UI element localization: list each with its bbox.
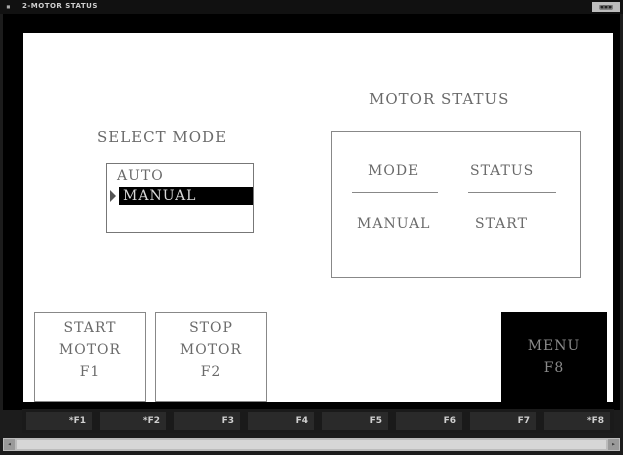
function-key-f3[interactable]: F3 <box>174 412 240 430</box>
header-underline <box>352 192 438 193</box>
button-key: F2 <box>200 364 222 380</box>
button-label: MENU <box>527 338 581 354</box>
menu-button[interactable]: MENU F8 <box>501 312 607 402</box>
status-value-status: START <box>475 216 528 232</box>
window-title: 2-MOTOR STATUS <box>22 2 98 10</box>
start-motor-button[interactable]: START MOTOR F1 <box>34 312 146 402</box>
function-key-f8[interactable]: *F8 <box>544 412 610 430</box>
header-underline <box>468 192 556 193</box>
button-label: MOTOR <box>179 342 243 358</box>
motor-status-panel <box>331 131 581 278</box>
button-label: MOTOR <box>58 342 122 358</box>
function-key-f1[interactable]: *F1 <box>26 412 92 430</box>
mode-select-list[interactable]: AUTO MANUAL <box>106 163 254 233</box>
function-key-f4[interactable]: F4 <box>248 412 314 430</box>
button-key: F1 <box>79 364 101 380</box>
stop-motor-button[interactable]: STOP MOTOR F2 <box>155 312 267 402</box>
scrollbar-thumb[interactable] <box>17 440 606 449</box>
window-controls[interactable]: ▣▣▣ <box>592 2 620 12</box>
status-value-mode: MANUAL <box>357 216 431 232</box>
window-icon[interactable]: ▪ <box>6 3 14 11</box>
select-mode-title: SELECT MODE <box>97 128 228 146</box>
title-bar: ▪ 2-MOTOR STATUS ▣▣▣ <box>0 0 623 14</box>
horizontal-scrollbar[interactable]: ◂ ▸ <box>3 438 620 451</box>
function-key-bar: *F1 *F2 F3 F4 F5 F6 F7 *F8 <box>22 409 614 433</box>
status-header-status: STATUS <box>470 163 535 179</box>
triangle-right-icon <box>110 190 116 202</box>
status-header-mode: MODE <box>368 163 420 179</box>
function-key-f5[interactable]: F5 <box>322 412 388 430</box>
button-label: STOP <box>189 320 233 336</box>
button-label: START <box>63 320 117 336</box>
button-key: F8 <box>543 360 565 376</box>
function-key-f6[interactable]: F6 <box>396 412 462 430</box>
scroll-right-icon[interactable]: ▸ <box>608 439 619 450</box>
mode-option-manual[interactable]: MANUAL <box>119 187 253 205</box>
function-key-f7[interactable]: F7 <box>470 412 536 430</box>
scroll-left-icon[interactable]: ◂ <box>4 439 15 450</box>
function-key-f2[interactable]: *F2 <box>100 412 166 430</box>
motor-status-title: MOTOR STATUS <box>369 90 510 108</box>
mode-option-auto[interactable]: AUTO <box>117 167 164 185</box>
